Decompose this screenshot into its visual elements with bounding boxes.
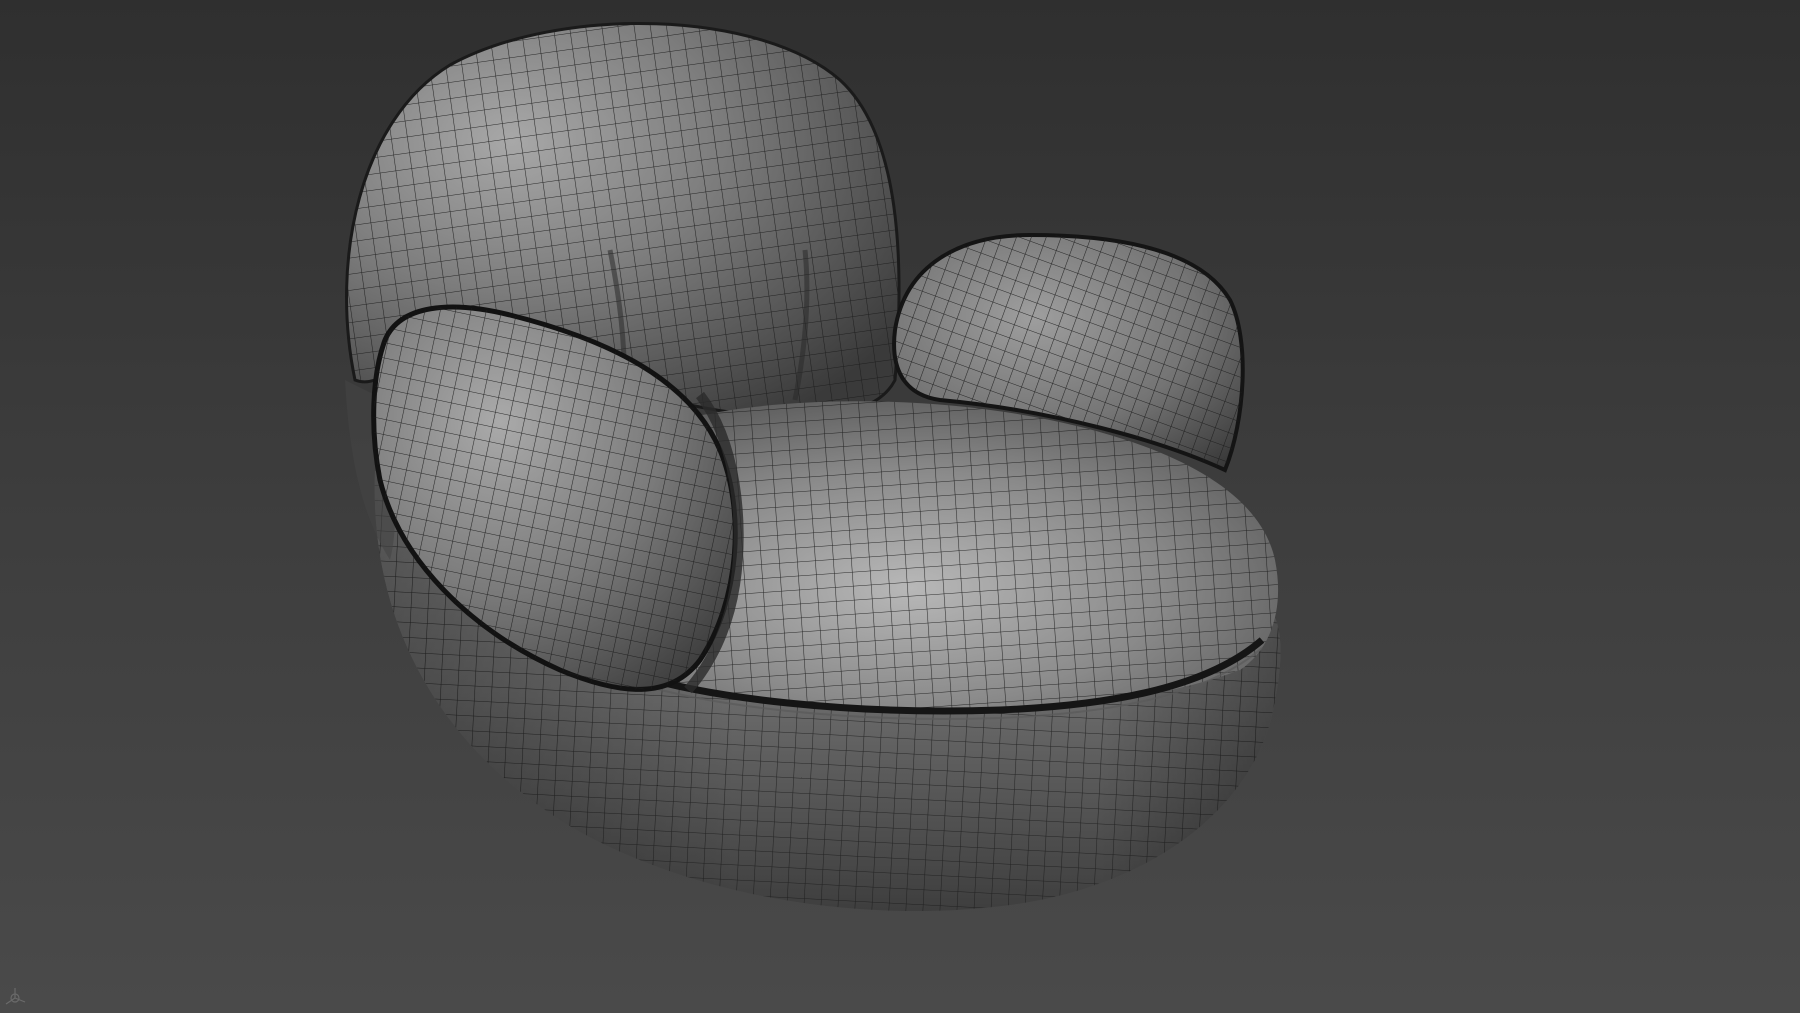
3d-viewport[interactable] bbox=[0, 0, 1800, 1013]
viewport-scene bbox=[345, 22, 1281, 912]
view-axis-icon[interactable] bbox=[2, 985, 28, 1011]
